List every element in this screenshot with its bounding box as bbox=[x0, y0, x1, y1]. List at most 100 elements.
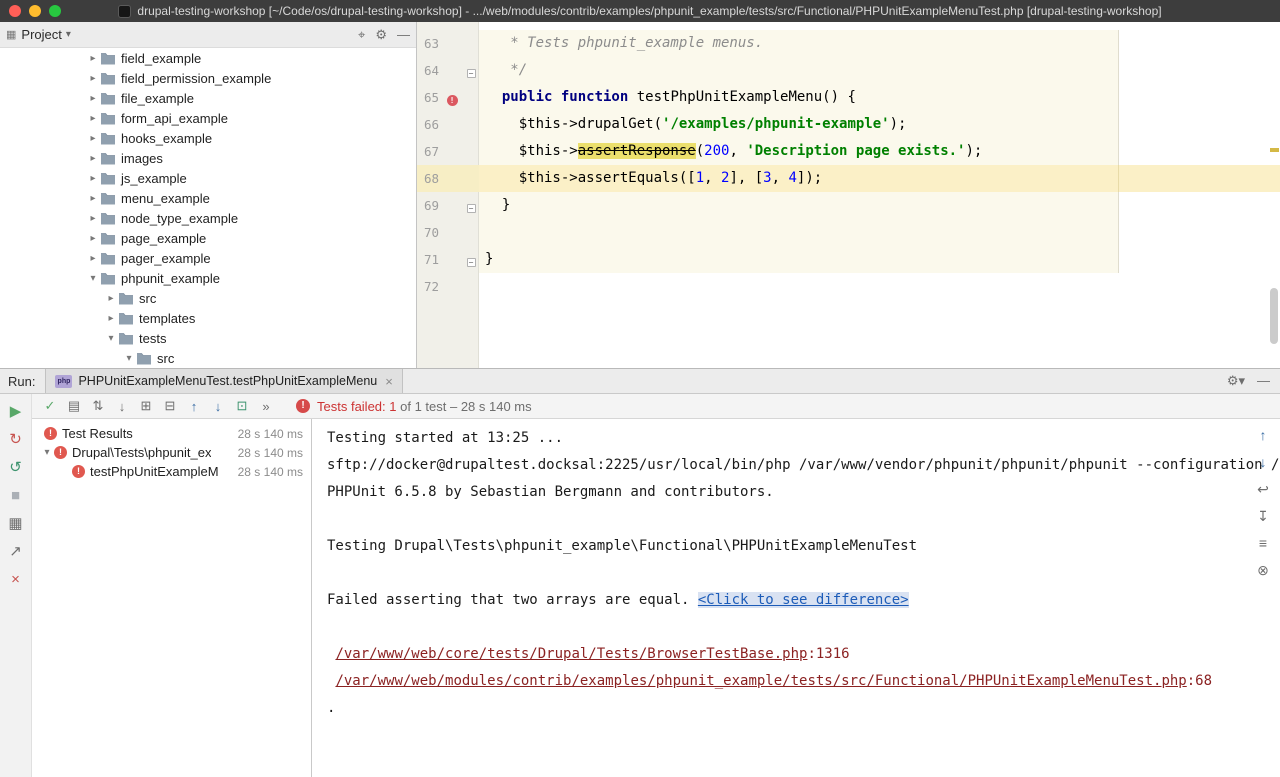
close-button[interactable]: × bbox=[2, 568, 30, 592]
show-passed-icon[interactable]: ✓ bbox=[38, 398, 62, 414]
test-tree-item[interactable]: !Test Results28 s 140 ms bbox=[32, 424, 311, 443]
chevron-right-icon[interactable]: ▸ bbox=[104, 293, 118, 304]
zoom-window-button[interactable] bbox=[49, 5, 61, 17]
code-editor[interactable]: 63 * Tests phpunit_example menus.64− */6… bbox=[417, 22, 1280, 368]
code-line[interactable]: * Tests phpunit_example menus. bbox=[479, 30, 1280, 57]
project-tree-item[interactable]: ▸ menu_example bbox=[0, 188, 416, 208]
project-tree-item[interactable]: ▸images bbox=[0, 148, 416, 168]
chevron-right-icon[interactable]: ▸ bbox=[86, 73, 100, 84]
chevron-right-icon[interactable]: ▸ bbox=[86, 253, 100, 264]
settings-icon[interactable]: ⚙ bbox=[375, 27, 387, 43]
overflow-icon[interactable]: » bbox=[254, 399, 278, 414]
code-line[interactable]: $this->assertResponse(200, 'Description … bbox=[479, 138, 1280, 165]
sort-by-duration-icon[interactable]: ⇅ bbox=[86, 398, 110, 414]
rerun-failed-button[interactable]: ↻ bbox=[2, 428, 30, 452]
fold-icon[interactable]: − bbox=[467, 204, 476, 213]
diff-link[interactable]: <Click to see difference> bbox=[698, 592, 909, 608]
editor-line: 69− } bbox=[417, 192, 1280, 219]
code-line[interactable] bbox=[479, 273, 1280, 300]
code-line[interactable]: $this->assertEquals([1, 2], [3, 4]); bbox=[479, 165, 1280, 192]
chevron-right-icon[interactable]: ▸ bbox=[86, 53, 100, 64]
expand-all-icon[interactable]: ⊞ bbox=[134, 398, 158, 414]
editor-line: 63 * Tests phpunit_example menus. bbox=[417, 30, 1280, 57]
chevron-right-icon[interactable]: ▸ bbox=[104, 313, 118, 324]
chevron-down-icon[interactable]: ▾ bbox=[40, 447, 54, 458]
test-tree-item[interactable]: !testPhpUnitExampleM28 s 140 ms bbox=[32, 462, 311, 481]
close-tab-icon[interactable]: × bbox=[385, 374, 393, 389]
code-line[interactable]: $this->drupalGet('/examples/phpunit-exam… bbox=[479, 111, 1280, 138]
toggle-autotest-button[interactable]: ↺ bbox=[2, 456, 30, 480]
print-icon[interactable]: ≡ bbox=[1249, 533, 1277, 554]
minimize-window-button[interactable] bbox=[29, 5, 41, 17]
chevron-right-icon[interactable]: ▸ bbox=[86, 173, 100, 184]
hide-panel-icon[interactable]: — bbox=[1257, 373, 1270, 389]
stop-button[interactable]: ■ bbox=[2, 484, 30, 508]
code-line[interactable]: */ bbox=[479, 57, 1280, 84]
close-window-button[interactable] bbox=[9, 5, 21, 17]
folder-name: menu_example bbox=[118, 191, 210, 206]
pin-tab-button[interactable]: ↗ bbox=[2, 540, 30, 564]
project-tree-item[interactable]: ▸hooks_example bbox=[0, 128, 416, 148]
chevron-right-icon[interactable]: ▸ bbox=[86, 233, 100, 244]
fold-icon[interactable]: − bbox=[467, 258, 476, 267]
chevron-down-icon[interactable]: ▾ bbox=[66, 29, 71, 40]
project-tree-item[interactable]: ▸field_example bbox=[0, 48, 416, 68]
next-failed-icon[interactable]: ↓ bbox=[206, 399, 230, 414]
chevron-down-icon[interactable]: ▾ bbox=[122, 353, 136, 364]
test-failed-gutter-icon[interactable]: ! bbox=[447, 95, 458, 106]
run-tab[interactable]: php PHPUnitExampleMenuTest.testPhpUnitEx… bbox=[45, 369, 402, 393]
line-number: 65 bbox=[419, 90, 439, 105]
code-line[interactable]: } bbox=[479, 192, 1280, 219]
chevron-down-icon[interactable]: ▾ bbox=[86, 273, 100, 284]
locate-icon[interactable]: ⌖ bbox=[358, 27, 365, 43]
chevron-right-icon[interactable]: ▸ bbox=[86, 213, 100, 224]
previous-failed-icon[interactable]: ↑ bbox=[182, 399, 206, 414]
code-line[interactable]: public function testPhpUnitExampleMenu()… bbox=[479, 84, 1280, 111]
clear-all-icon[interactable]: ⊗ bbox=[1249, 560, 1277, 581]
test-console[interactable]: Testing started at 13:25 ...sftp://docke… bbox=[312, 419, 1280, 777]
fold-icon[interactable]: − bbox=[467, 69, 476, 78]
folder-icon bbox=[100, 92, 118, 105]
soft-wrap-icon[interactable]: ↩ bbox=[1249, 479, 1277, 500]
chevron-right-icon[interactable]: ▸ bbox=[86, 133, 100, 144]
chevron-right-icon[interactable]: ▸ bbox=[86, 93, 100, 104]
project-tree-item[interactable]: ▸templates bbox=[0, 308, 416, 328]
code-line[interactable] bbox=[479, 219, 1280, 246]
scroll-to-end-icon[interactable]: ↧ bbox=[1249, 506, 1277, 527]
test-tree-item[interactable]: ▾!Drupal\Tests\phpunit_ex28 s 140 ms bbox=[32, 443, 311, 462]
up-stacktrace-icon[interactable]: ↑ bbox=[1249, 425, 1277, 446]
project-tree-item[interactable]: ▸node_type_example bbox=[0, 208, 416, 228]
restore-layout-button[interactable]: ▦ bbox=[2, 512, 30, 536]
project-tree-item[interactable]: ▸ form_api_example bbox=[0, 108, 416, 128]
line-number: 67 bbox=[419, 144, 439, 159]
chevron-right-icon[interactable]: ▸ bbox=[86, 113, 100, 124]
project-tree-item[interactable]: ▸file_example bbox=[0, 88, 416, 108]
project-tree-item[interactable]: ▸field_permission_example bbox=[0, 68, 416, 88]
hide-panel-icon[interactable]: — bbox=[397, 27, 410, 43]
down-stacktrace-icon[interactable]: ↓ bbox=[1249, 452, 1277, 473]
project-tree-item[interactable]: ▾tests bbox=[0, 328, 416, 348]
file-link[interactable]: /var/www/web/core/tests/Drupal/Tests/Bro… bbox=[335, 646, 807, 662]
project-tree-item[interactable]: ▸js_example bbox=[0, 168, 416, 188]
export-results-icon[interactable]: ⊡ bbox=[230, 398, 254, 414]
folder-name: form_api_example bbox=[118, 111, 228, 126]
file-link[interactable]: /var/www/web/modules/contrib/examples/ph… bbox=[335, 673, 1186, 689]
project-panel-title[interactable]: Project bbox=[21, 27, 61, 42]
sort-alphabetically-icon[interactable]: ↓ bbox=[110, 399, 134, 414]
code-token: 'Description page exists.' bbox=[746, 143, 965, 159]
project-tree-item[interactable]: ▸src bbox=[0, 288, 416, 308]
settings-icon[interactable]: ⚙▾ bbox=[1227, 373, 1245, 389]
project-tree-item[interactable]: ▸pager_example bbox=[0, 248, 416, 268]
chevron-down-icon[interactable]: ▾ bbox=[104, 333, 118, 344]
project-tree-item[interactable]: ▾src bbox=[0, 348, 416, 368]
warning-stripe-mark[interactable] bbox=[1270, 148, 1279, 152]
code-line[interactable]: } bbox=[479, 246, 1280, 273]
project-tree-item[interactable]: ▾phpunit_example bbox=[0, 268, 416, 288]
project-tree-item[interactable]: ▸page_example bbox=[0, 228, 416, 248]
chevron-right-icon[interactable]: ▸ bbox=[86, 193, 100, 204]
chevron-right-icon[interactable]: ▸ bbox=[86, 153, 100, 164]
editor-scrollbar[interactable] bbox=[1270, 288, 1278, 344]
collapse-all-icon[interactable]: ⊟ bbox=[158, 398, 182, 414]
show-ignored-icon[interactable]: ▤ bbox=[62, 398, 86, 414]
rerun-button[interactable]: ▶ bbox=[2, 400, 30, 424]
